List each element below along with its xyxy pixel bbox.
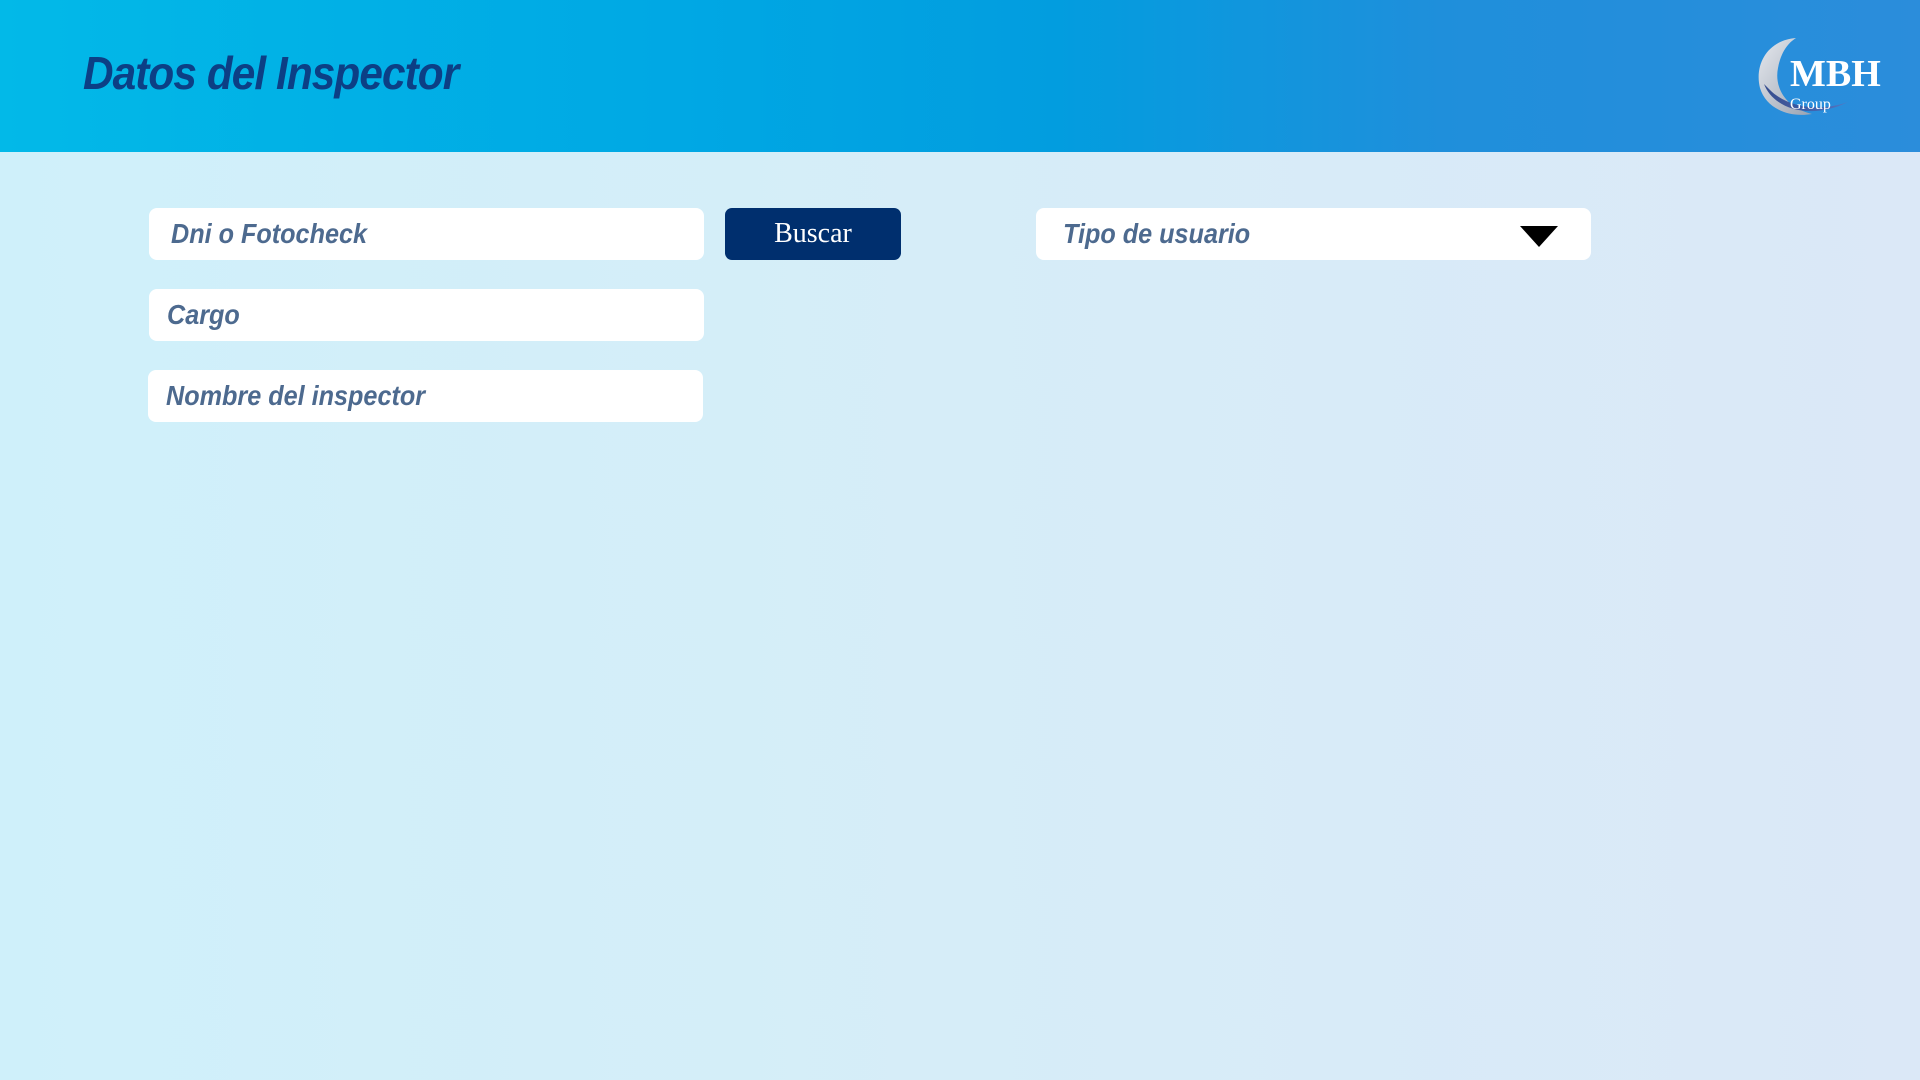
header-bar: Datos del Inspector MBH Group (0, 0, 1920, 152)
page-title: Datos del Inspector (83, 47, 459, 99)
logo-text: MBH (1790, 53, 1881, 95)
cargo-input[interactable]: Cargo (149, 289, 704, 341)
dni-input[interactable]: Dni o Fotocheck (149, 208, 704, 260)
logo-subtext: Group (1790, 96, 1831, 113)
search-button[interactable]: Buscar (725, 208, 901, 260)
dni-placeholder: Dni o Fotocheck (171, 218, 368, 249)
inspector-name-placeholder: Nombre del inspector (166, 380, 426, 411)
mbh-logo: MBH Group (1750, 34, 1900, 120)
user-type-select[interactable]: Tipo de usuario (1036, 208, 1591, 260)
caret-down-icon[interactable] (1520, 226, 1558, 247)
cargo-placeholder: Cargo (167, 299, 240, 330)
user-type-placeholder: Tipo de usuario (1063, 218, 1251, 249)
inspector-name-input[interactable]: Nombre del inspector (148, 370, 703, 422)
